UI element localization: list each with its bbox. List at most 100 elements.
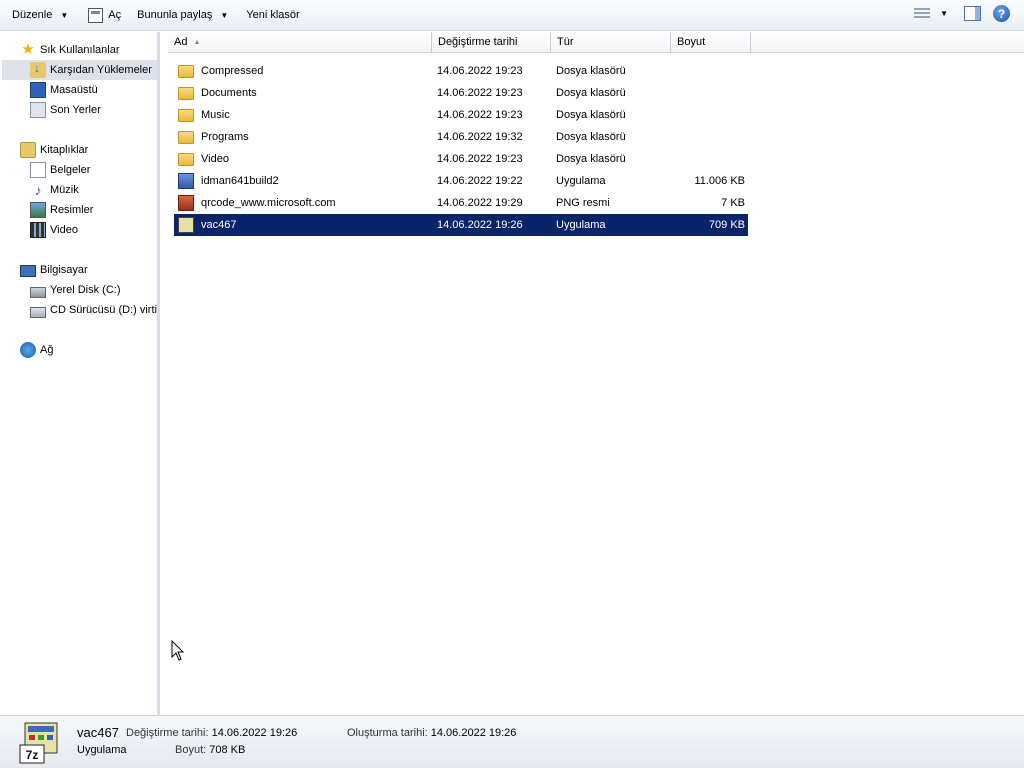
- nav-music[interactable]: ♪ Müzik: [30, 180, 79, 200]
- column-name-label: Ad: [174, 36, 188, 48]
- pictures-library-icon: [30, 202, 46, 218]
- details-file-type: Uygulama: [77, 744, 127, 756]
- 7zip-sfx-large-icon: 7z: [17, 721, 63, 765]
- file-type: Dosya klasörü: [556, 87, 626, 99]
- navigation-pane: ★ Sık Kullanılanlar Karşıdan Yüklemeler …: [0, 32, 157, 715]
- file-name: qrcode_www.microsoft.com: [201, 197, 336, 209]
- organize-label: Düzenle: [12, 9, 53, 21]
- documents-library-icon: [30, 162, 46, 178]
- details-created-value: 14.06.2022 19:26: [430, 727, 517, 739]
- nav-downloads-label: Karşıdan Yüklemeler: [50, 64, 152, 76]
- column-modified-label: Değiştirme tarihi: [438, 36, 518, 48]
- video-film-icon: [30, 222, 46, 238]
- view-options-chevron-icon[interactable]: ▼: [940, 9, 948, 18]
- column-header-name[interactable]: Ad ▲: [168, 32, 432, 53]
- nav-documents[interactable]: Belgeler: [30, 160, 90, 180]
- file-type: Uygulama: [556, 175, 606, 187]
- file-row[interactable]: Music 14.06.2022 19:23 Dosya klasörü: [174, 104, 748, 126]
- file-size: 11.006 KB: [694, 175, 745, 187]
- new-folder-label: Yeni klasör: [246, 9, 300, 21]
- file-type: Dosya klasörü: [556, 131, 626, 143]
- details-size: Boyut: 708 KB: [175, 744, 245, 756]
- file-row[interactable]: Documents 14.06.2022 19:23 Dosya klasörü: [174, 82, 748, 104]
- file-modified: 14.06.2022 19:23: [437, 65, 523, 77]
- nav-cd-drive[interactable]: CD Sürücüsü (D:) virtio: [30, 300, 157, 320]
- column-header-size[interactable]: Boyut: [671, 32, 751, 53]
- file-row[interactable]: qrcode_www.microsoft.com 14.06.2022 19:2…: [174, 192, 748, 214]
- nav-videos[interactable]: Video: [30, 220, 78, 240]
- column-header-modified[interactable]: Değiştirme tarihi: [432, 32, 551, 53]
- nav-computer-label: Bilgisayar: [40, 264, 88, 276]
- cd-drive-icon: [30, 306, 46, 318]
- change-view-icon[interactable]: [914, 7, 931, 20]
- open-button[interactable]: Aç: [82, 3, 127, 27]
- nav-computer[interactable]: Bilgisayar: [20, 260, 88, 280]
- details-pane: 7z vac467 Uygulama Değiştirme tarihi: 14…: [0, 715, 1024, 768]
- star-icon: ★: [21, 41, 35, 58]
- music-note-icon: ♪: [34, 182, 42, 198]
- file-type: Uygulama: [556, 219, 606, 231]
- details-modified-label: Değiştirme tarihi:: [126, 727, 209, 739]
- help-icon[interactable]: ?: [993, 5, 1010, 22]
- folder-icon: [178, 65, 194, 78]
- file-name: Video: [201, 153, 229, 165]
- details-file-name: vac467: [77, 725, 119, 740]
- open-icon: [88, 7, 104, 23]
- nav-recent-places[interactable]: Son Yerler: [30, 100, 101, 120]
- nav-libraries-label: Kitaplıklar: [40, 144, 89, 156]
- share-with-button[interactable]: Bununla paylaş ▼: [131, 3, 234, 27]
- preview-pane-toggle-icon[interactable]: [964, 6, 981, 21]
- details-modified-value: 14.06.2022 19:26: [211, 727, 298, 739]
- file-row[interactable]: Compressed 14.06.2022 19:23 Dosya klasör…: [174, 60, 748, 82]
- folder-icon: [178, 109, 194, 122]
- file-name: vac467: [201, 219, 237, 231]
- file-row[interactable]: idman641build2 14.06.2022 19:22 Uygulama…: [174, 170, 748, 192]
- file-modified: 14.06.2022 19:23: [437, 87, 523, 99]
- file-type: Dosya klasörü: [556, 109, 626, 121]
- details-created: Oluşturma tarihi: 14.06.2022 19:26: [347, 727, 516, 739]
- png-image-icon: [178, 195, 194, 211]
- file-list: Ad ▲ Değiştirme tarihi Tür Boyut Compres…: [160, 32, 1024, 715]
- file-name: Compressed: [201, 65, 264, 77]
- installer-icon: [178, 173, 194, 189]
- new-folder-button[interactable]: Yeni klasör: [240, 3, 305, 27]
- organize-menu-button[interactable]: Düzenle ▼: [6, 3, 74, 27]
- file-size: [671, 148, 745, 170]
- folder-icon: [178, 153, 194, 166]
- nav-local-disk[interactable]: Yerel Disk (C:): [30, 280, 121, 300]
- nav-pictures[interactable]: Resimler: [30, 200, 93, 220]
- nav-favorites-label: Sık Kullanılanlar: [40, 44, 120, 56]
- nav-favorites[interactable]: ★ Sık Kullanılanlar: [20, 40, 120, 60]
- file-size: [671, 126, 745, 148]
- column-size-label: Boyut: [677, 36, 706, 48]
- nav-desktop-label: Masaüstü: [50, 84, 98, 96]
- column-header-filler: [751, 32, 1024, 53]
- file-type: Dosya klasörü: [556, 153, 626, 165]
- hard-disk-icon: [30, 286, 46, 298]
- downloads-folder-icon: [30, 61, 46, 78]
- details-modified: Değiştirme tarihi: 14.06.2022 19:26: [126, 727, 297, 739]
- libraries-icon: [20, 142, 36, 158]
- nav-libraries[interactable]: Kitaplıklar: [20, 140, 88, 160]
- file-modified: 14.06.2022 19:23: [437, 153, 523, 165]
- nav-downloads[interactable]: Karşıdan Yüklemeler: [2, 60, 157, 80]
- network-globe-icon: [20, 342, 36, 358]
- open-label: Aç: [108, 9, 122, 21]
- sort-ascending-icon: ▲: [193, 38, 201, 46]
- command-bar: Düzenle ▼ Aç Bununla paylaş ▼ Yeni klasö…: [0, 0, 1024, 31]
- desktop-icon: [30, 82, 46, 98]
- file-row-selected[interactable]: vac467 14.06.2022 19:26 Uygulama 709 KB: [174, 214, 748, 236]
- file-modified: 14.06.2022 19:26: [437, 219, 523, 231]
- computer-icon: [20, 265, 36, 277]
- nav-network[interactable]: Ağ: [20, 340, 53, 360]
- file-row[interactable]: Programs 14.06.2022 19:32 Dosya klasörü: [174, 126, 748, 148]
- nav-pictures-label: Resimler: [50, 204, 94, 216]
- column-type-label: Tür: [557, 36, 574, 48]
- file-size: [671, 60, 745, 82]
- nav-desktop[interactable]: Masaüstü: [30, 80, 98, 100]
- file-row[interactable]: Video 14.06.2022 19:23 Dosya klasörü: [174, 148, 748, 170]
- column-header-type[interactable]: Tür: [551, 32, 671, 53]
- file-name: Documents: [201, 87, 257, 99]
- file-name: idman641build2: [201, 175, 279, 187]
- 7z-badge-text: 7z: [26, 748, 39, 762]
